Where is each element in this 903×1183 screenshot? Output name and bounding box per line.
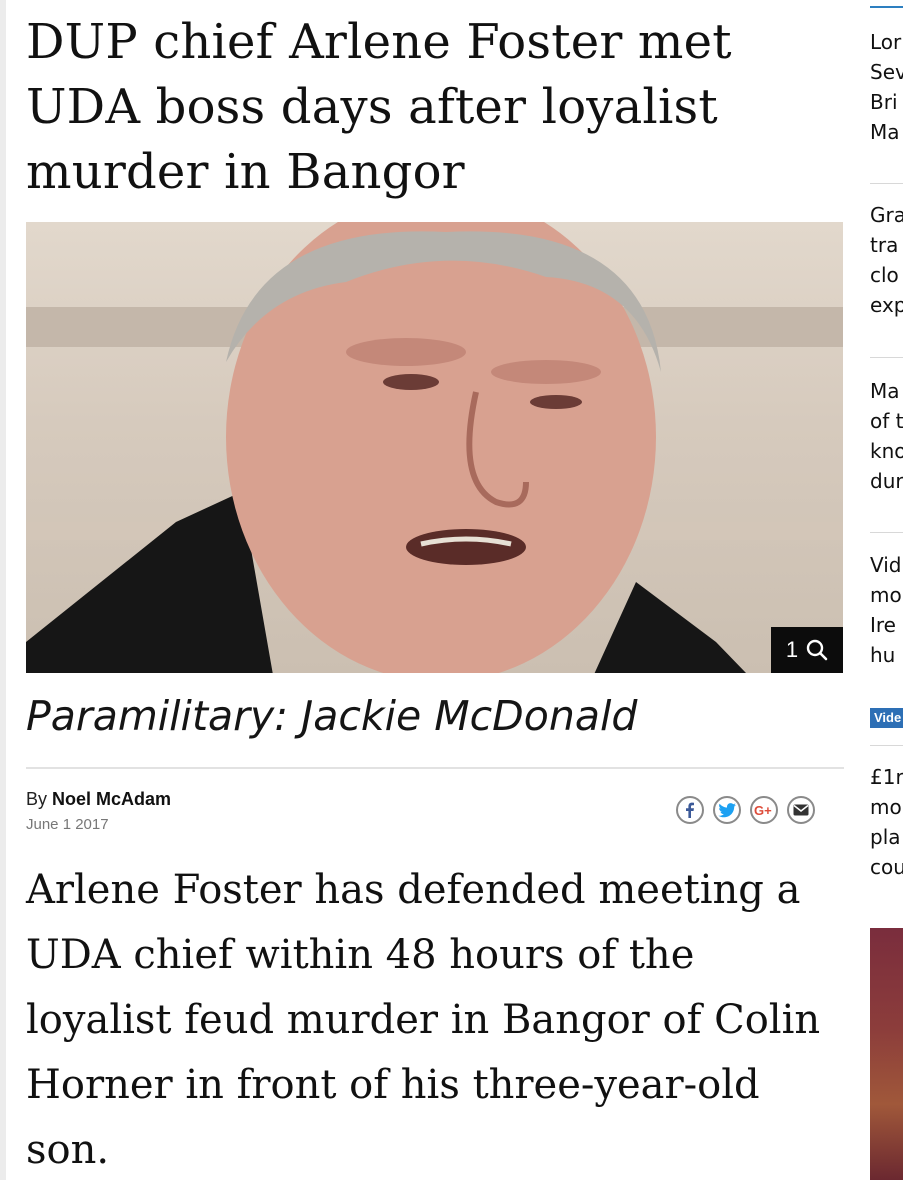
related-article-line: pla [870,825,901,849]
photo-caption: Paramilitary: Jackie McDonald [26,692,638,740]
sidebar-divider [870,745,903,746]
related-article-line: clo [870,263,899,287]
share-twitter-button[interactable] [713,796,741,824]
related-article-line: exp [870,293,903,317]
related-articles-sidebar: Lor Sev Bri Ma Gra tra clo exp Ma of t k… [870,0,903,1180]
related-article-line: hu [870,643,896,667]
photo-gallery-button[interactable]: 1 [771,627,843,673]
sidebar-thumbnail-image[interactable] [870,928,903,1180]
share-google-plus-button[interactable]: G+ [750,796,778,824]
related-article-line: Sev [870,60,903,84]
video-badge: Vide [870,708,903,728]
related-article-line: mo [870,795,902,819]
photo-count: 1 [785,637,799,662]
byline-prefix: By [26,789,48,809]
related-article-line: Bri [870,90,898,114]
article-lead-paragraph: Arlene Foster has defended meeting a UDA… [26,867,821,1173]
byline: By Noel McAdam [26,789,171,810]
magnifier-icon [806,639,828,661]
related-article-2[interactable]: Gra tra clo exp [870,200,903,320]
divider [26,767,844,769]
related-article-line: Ma [870,379,900,403]
related-article-4[interactable]: Vid mo Ire hu [870,550,903,670]
related-article-line: Gra [870,203,903,227]
related-article-1[interactable]: Lor Sev Bri Ma [870,27,903,147]
related-article-5[interactable]: £1r mo pla cou [870,762,903,882]
publish-date: June 1 2017 [26,816,109,833]
email-icon [793,804,809,816]
author-link[interactable]: Noel McAdam [52,789,171,809]
related-article-line: mo [870,583,902,607]
photo-portrait [26,222,746,673]
related-article-line: tra [870,233,899,257]
sidebar-divider [870,532,903,533]
sidebar-divider [870,183,903,184]
share-bar: G+ [676,796,815,824]
svg-text:G+: G+ [754,803,772,817]
related-article-line: Lor [870,30,902,54]
related-article-line: £1r [870,765,903,789]
related-article-line: cou [870,855,903,879]
related-article-line: Vid [870,553,902,577]
related-article-line: Ma [870,120,900,144]
share-email-button[interactable] [787,796,815,824]
related-article-line: Ire [870,613,896,637]
related-article-line: dur [870,469,903,493]
related-article-3[interactable]: Ma of t kno dur [870,376,903,496]
related-article-line: kno [870,439,903,463]
google-plus-icon: G+ [754,803,772,817]
share-facebook-button[interactable] [676,796,704,824]
page-left-border [0,0,6,1180]
facebook-icon [686,802,694,818]
twitter-icon [718,802,736,817]
article-photo[interactable] [26,222,843,673]
sidebar-accent-bar [870,6,903,8]
article-headline: DUP chief Arlene Foster met UDA boss day… [26,14,732,200]
related-article-line: of t [870,409,903,433]
sidebar-divider [870,357,903,358]
